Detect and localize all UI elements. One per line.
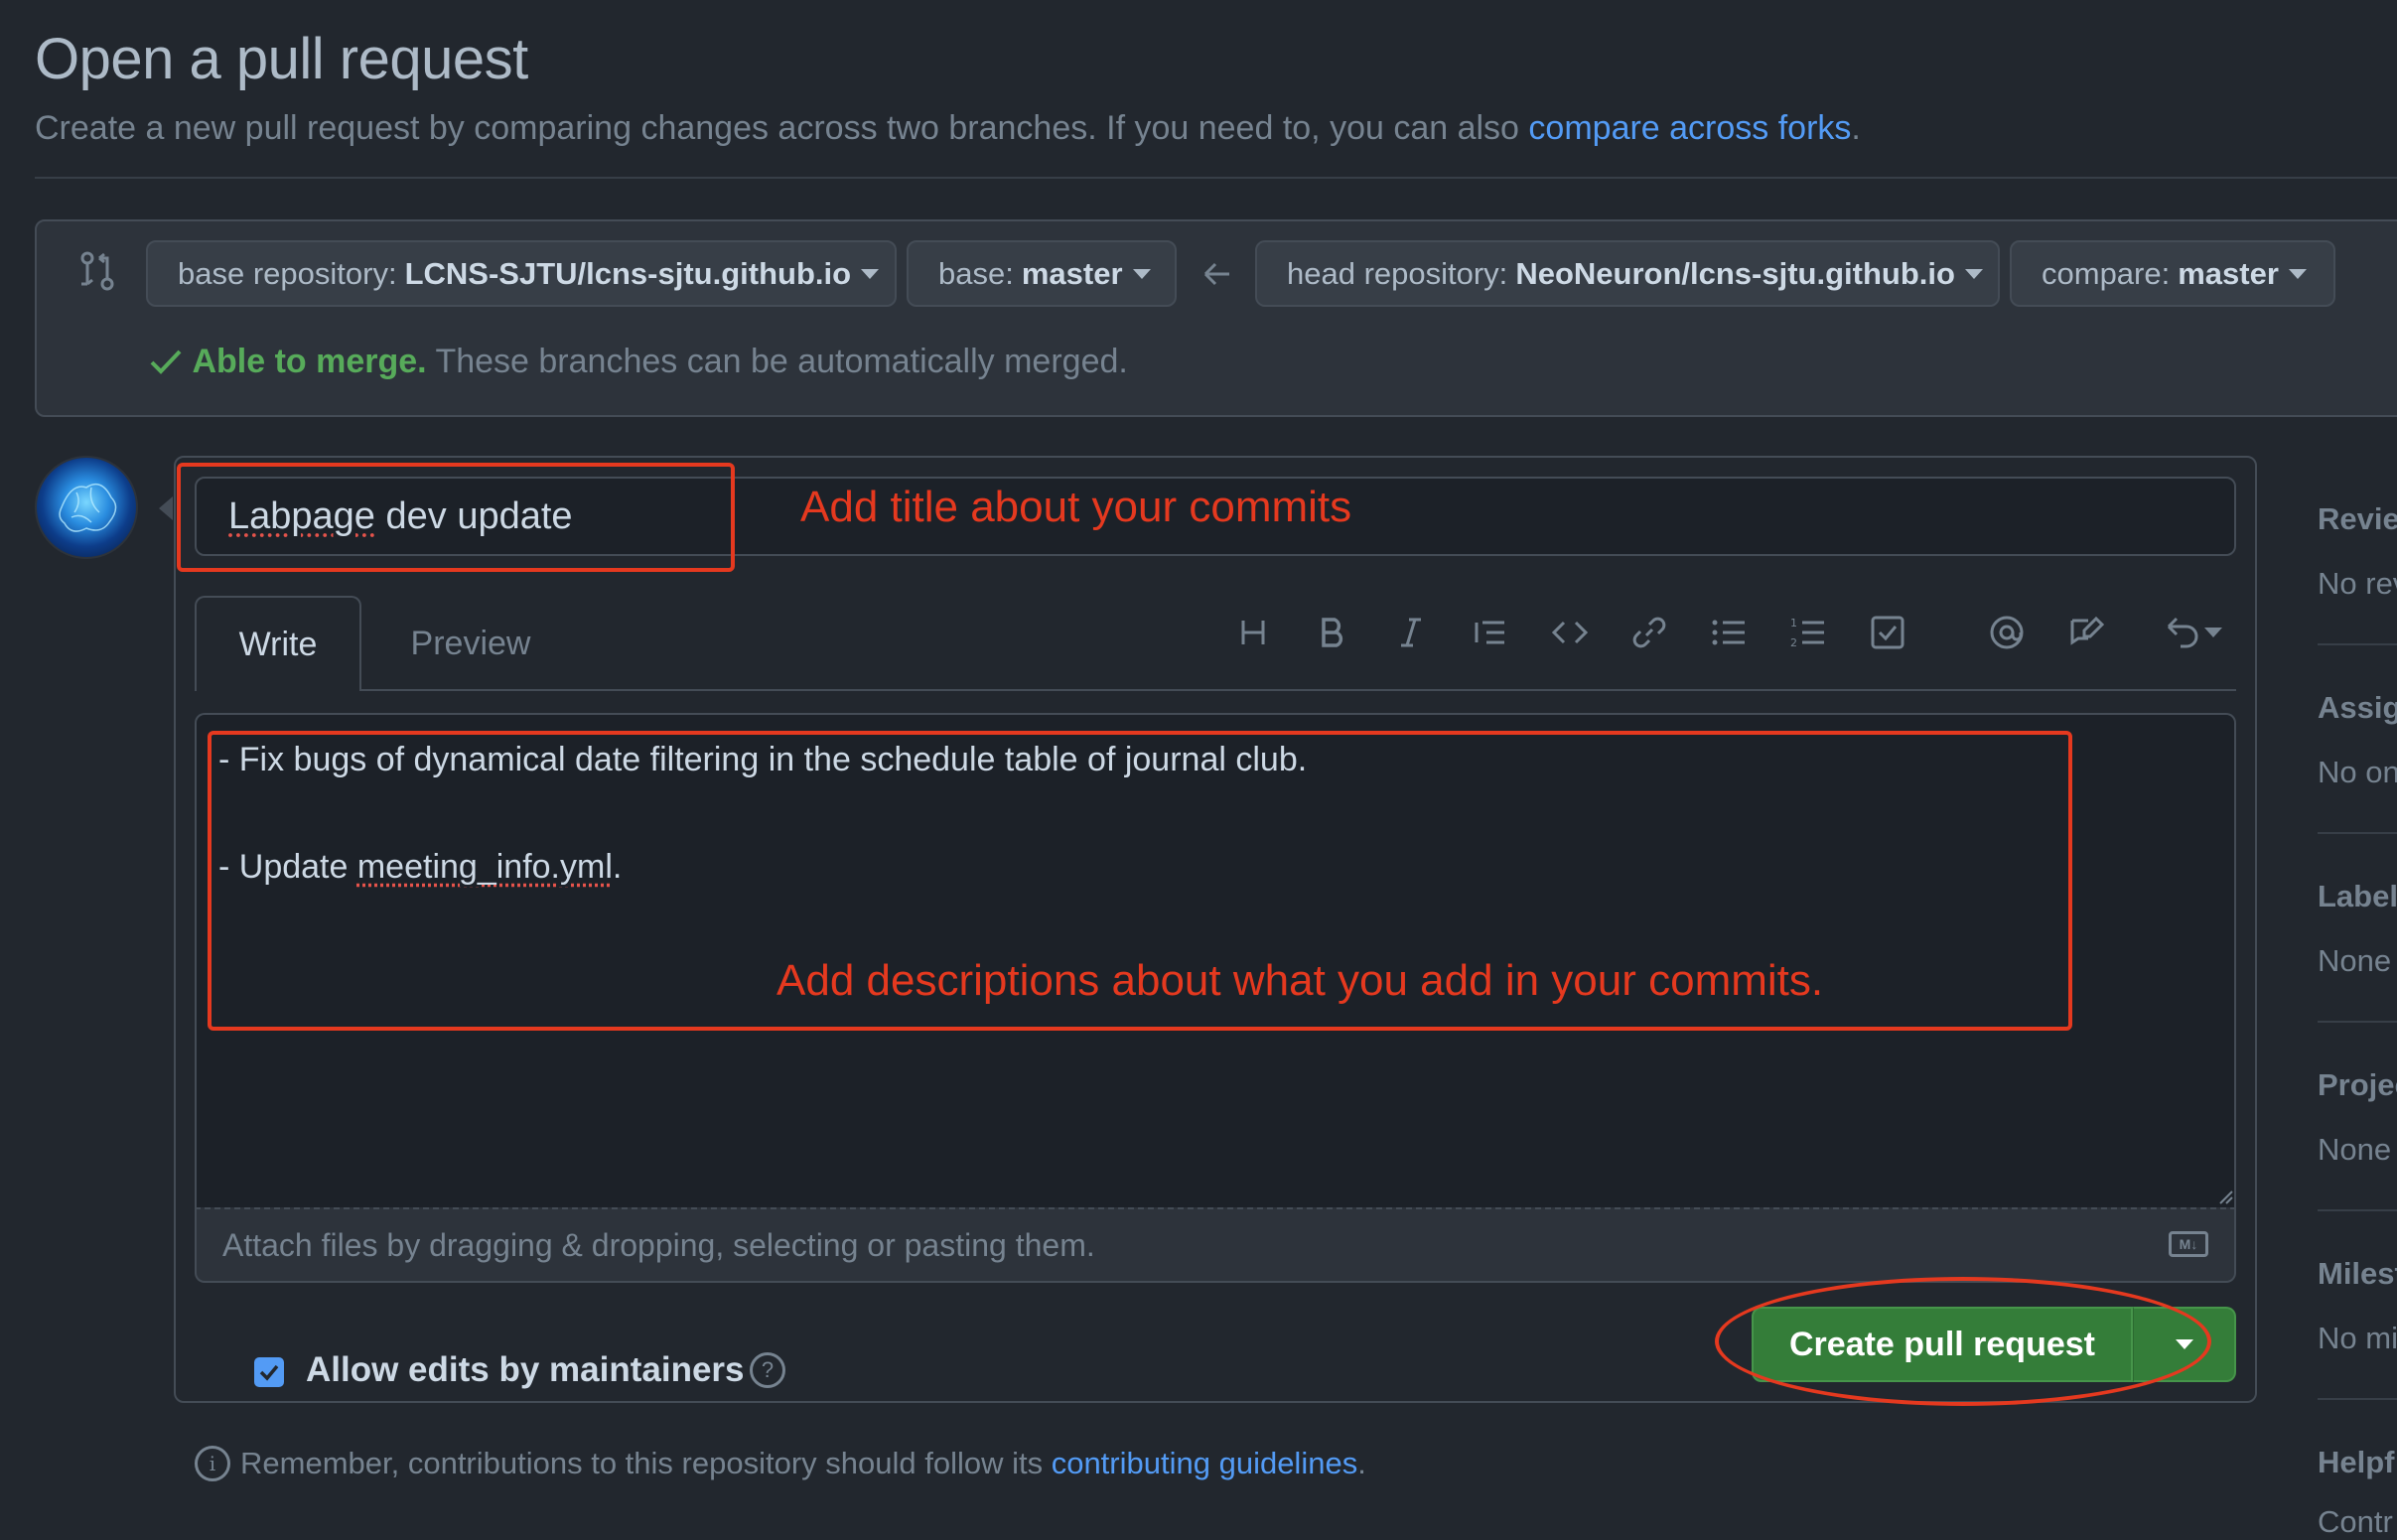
base-repository-select[interactable]: base repository: LCNS-SJTU/lcns-sjtu.gith…: [146, 240, 897, 307]
page-title: Open a pull request: [35, 27, 528, 91]
merge-status-message: These branches can be automatically merg…: [426, 343, 1128, 380]
sidebar-helpful-link[interactable]: Contr: [2318, 1504, 2393, 1540]
sidebar-projects-value: None: [2318, 1132, 2392, 1167]
sidebar-milestone-value: No mi: [2318, 1321, 2397, 1355]
mention-icon[interactable]: [1980, 606, 2034, 659]
head-repository-select[interactable]: head repository: NeoNeuron/lcns-sjtu.gith…: [1255, 240, 2000, 307]
base-repo-value: LCNS-SJTU/lcns-sjtu.github.io: [404, 255, 852, 291]
chevron-down-icon: [861, 268, 880, 279]
sidebar-milestone-heading[interactable]: Milest: [2318, 1256, 2397, 1292]
numbered-list-icon[interactable]: 12: [1781, 606, 1835, 659]
tab-underline: [361, 689, 2236, 691]
arrow-left-icon: [1199, 256, 1235, 297]
sidebar-divider: [2318, 1398, 2397, 1400]
chevron-down-icon: [2204, 628, 2222, 637]
head-repo-value: NeoNeuron/lcns-sjtu.github.io: [1515, 255, 1955, 291]
compare-label: compare:: [2042, 255, 2171, 291]
contribution-notice: i Remember, contributions to this reposit…: [195, 1446, 1366, 1481]
sidebar-labels-heading[interactable]: Label: [2318, 879, 2397, 914]
base-label: base:: [938, 255, 1014, 291]
base-branch-select[interactable]: base: master: [907, 240, 1177, 307]
avatar[interactable]: [35, 456, 138, 559]
check-icon: [259, 1364, 279, 1381]
head-repo-label: head repository:: [1287, 255, 1508, 291]
italic-icon[interactable]: [1384, 606, 1438, 659]
sidebar-reviewers-value: No rev: [2318, 566, 2397, 601]
brain-image: [59, 483, 117, 532]
sidebar-assignees-value: No on: [2318, 755, 2397, 789]
info-icon: i: [195, 1446, 230, 1481]
notice-text: Remember, contributions to this reposito…: [240, 1446, 1052, 1480]
contributing-guidelines-link[interactable]: contributing guidelines: [1052, 1446, 1358, 1481]
sidebar-reviewers-heading[interactable]: Revie: [2318, 501, 2397, 537]
svg-text:2: 2: [1790, 636, 1797, 649]
merge-status: Able to merge. These branches can be aut…: [149, 343, 1128, 381]
tab-preview[interactable]: Preview: [381, 596, 560, 691]
subtitle-suffix: .: [1851, 109, 1861, 147]
sidebar-divider: [2318, 643, 2397, 645]
sidebar-projects-heading[interactable]: Projec: [2318, 1067, 2397, 1103]
allow-edits-checkbox[interactable]: [254, 1357, 284, 1387]
quote-icon[interactable]: [1464, 606, 1517, 659]
sidebar-divider: [2318, 1209, 2397, 1211]
notice-suffix: .: [1357, 1446, 1366, 1480]
attach-files-bar[interactable]: Attach files by dragging & dropping, sel…: [195, 1207, 2236, 1283]
base-repo-label: base repository:: [178, 255, 397, 291]
page-subtitle: Create a new pull request by comparing c…: [35, 109, 1861, 148]
allow-edits-label[interactable]: Allow edits by maintainers: [306, 1350, 745, 1390]
reference-icon[interactable]: [2059, 606, 2113, 659]
compare-value: master: [2178, 255, 2279, 291]
annotation-title-note: Add title about your commits: [800, 483, 1352, 531]
comment-pointer: [159, 496, 173, 520]
merge-status-label: Able to merge.: [192, 343, 427, 380]
sidebar-divider: [2318, 832, 2397, 834]
resize-handle[interactable]: [2216, 1188, 2234, 1205]
tab-write[interactable]: Write: [195, 596, 361, 691]
markdown-icon[interactable]: M↓: [2169, 1231, 2208, 1257]
sidebar-labels-value: None: [2318, 943, 2392, 978]
attach-files-text: Attach files by dragging & dropping, sel…: [222, 1226, 1095, 1263]
svg-text:1: 1: [1790, 617, 1797, 630]
sidebar-assignees-heading[interactable]: Assig: [2318, 690, 2397, 726]
annotation-title-box: [177, 463, 735, 572]
git-compare-icon: [79, 250, 115, 297]
chevron-down-icon: [1964, 268, 1983, 279]
annotation-submit-ellipse: [1715, 1277, 2211, 1406]
chevron-down-icon: [2288, 268, 2307, 279]
check-icon: [150, 350, 182, 374]
sidebar-divider: [2318, 1021, 2397, 1023]
sidebar-helpful-heading: Helpf: [2318, 1445, 2395, 1479]
link-icon[interactable]: [1622, 606, 1676, 659]
annotation-description-note: Add descriptions about what you add in y…: [776, 956, 1824, 1005]
base-value: master: [1021, 255, 1123, 291]
heading-icon[interactable]: [1226, 606, 1280, 659]
compare-branch-select[interactable]: compare: master: [2010, 240, 2335, 307]
subtitle-text: Create a new pull request by comparing c…: [35, 109, 1529, 147]
divider: [35, 177, 2397, 179]
bulleted-list-icon[interactable]: [1702, 606, 1756, 659]
compare-across-forks-link[interactable]: compare across forks: [1528, 109, 1851, 147]
bold-icon[interactable]: [1305, 606, 1358, 659]
help-icon[interactable]: ?: [750, 1352, 785, 1388]
code-icon[interactable]: [1543, 606, 1597, 659]
chevron-down-icon: [1132, 268, 1151, 279]
task-list-icon[interactable]: [1861, 606, 1914, 659]
saved-replies-icon[interactable]: [2153, 606, 2232, 659]
